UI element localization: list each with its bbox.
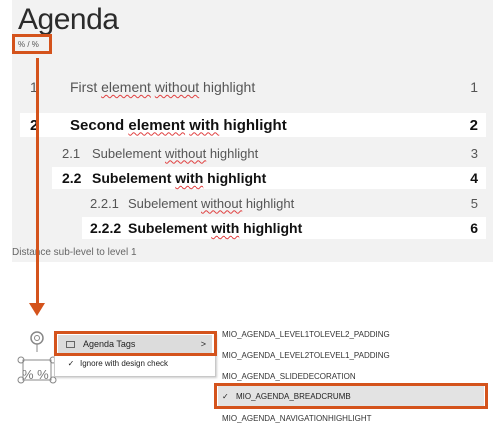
agenda-item-number: 2.1 xyxy=(62,145,81,161)
agenda-item-label: First element without highlight xyxy=(70,79,256,95)
agenda-item-number: 2 xyxy=(30,116,39,134)
arrow-line xyxy=(36,58,39,306)
agenda-item-label: Subelement without highlight xyxy=(128,195,295,211)
distance-label: Distance sub-level to level 1 xyxy=(12,247,137,258)
agenda-item-number: 2.2.1 xyxy=(90,195,119,211)
slide-title: Agenda xyxy=(18,3,119,36)
tag-item[interactable]: MIO_AGENDA_NAVIGATIONHIGHLIGHT xyxy=(222,414,492,423)
agenda-item-page: 5 xyxy=(470,195,478,211)
menu-item-label: Ignore with design check xyxy=(80,358,169,368)
agenda-item-1: 1 First element without highlight 1 xyxy=(20,75,486,99)
check-icon: ✓ xyxy=(67,358,75,368)
agenda-item-label: Subelement with highlight xyxy=(128,220,303,236)
percent-icon-text: % % xyxy=(22,367,49,382)
agenda-item-label: Subelement without highlight xyxy=(92,145,259,161)
tag-item[interactable]: MIO_AGENDA_SLIDEDECORATION xyxy=(222,372,492,381)
agenda-item-label: Second element with highlight xyxy=(70,116,287,134)
agenda-item-page: 6 xyxy=(470,220,478,236)
agenda-item-2-2: 2.2 Subelement with highlight 4 xyxy=(52,167,486,189)
agenda-item-page: 2 xyxy=(469,116,478,134)
arrow-down-icon xyxy=(29,303,45,316)
agenda-item-2: 2 Second element with highlight 2 xyxy=(20,113,486,137)
agenda-item-page: 1 xyxy=(470,79,478,95)
breadcrumb-tag-highlight-box xyxy=(214,383,488,409)
agenda-item-number: 2.2 xyxy=(62,170,82,186)
agenda-item-page: 4 xyxy=(470,170,478,186)
breadcrumb-highlight-box xyxy=(12,34,52,54)
agenda-item-label: Subelement with highlight xyxy=(92,170,267,186)
agenda-item-number: 2.2.2 xyxy=(90,220,122,236)
agenda-item-page: 3 xyxy=(470,145,478,161)
tag-item[interactable]: MIO_AGENDA_LEVEL1TOLEVEL2_PADDING xyxy=(222,330,492,339)
tag-item[interactable]: MIO_AGENDA_LEVEL2TOLEVEL1_PADDING xyxy=(222,351,492,360)
agenda-item-number: 1 xyxy=(30,79,38,95)
agenda-tags-highlight-box xyxy=(54,331,217,356)
agenda-item-2-2-2: 2.2.2 Subelement with highlight 6 xyxy=(82,217,486,239)
agenda-item-2-1: 2.1 Subelement without highlight 3 xyxy=(52,143,486,163)
menu-item-ignore-design-check[interactable]: ✓ Ignore with design check xyxy=(58,355,212,371)
agenda-item-2-2-1: 2.2.1 Subelement without highlight 5 xyxy=(82,193,486,213)
